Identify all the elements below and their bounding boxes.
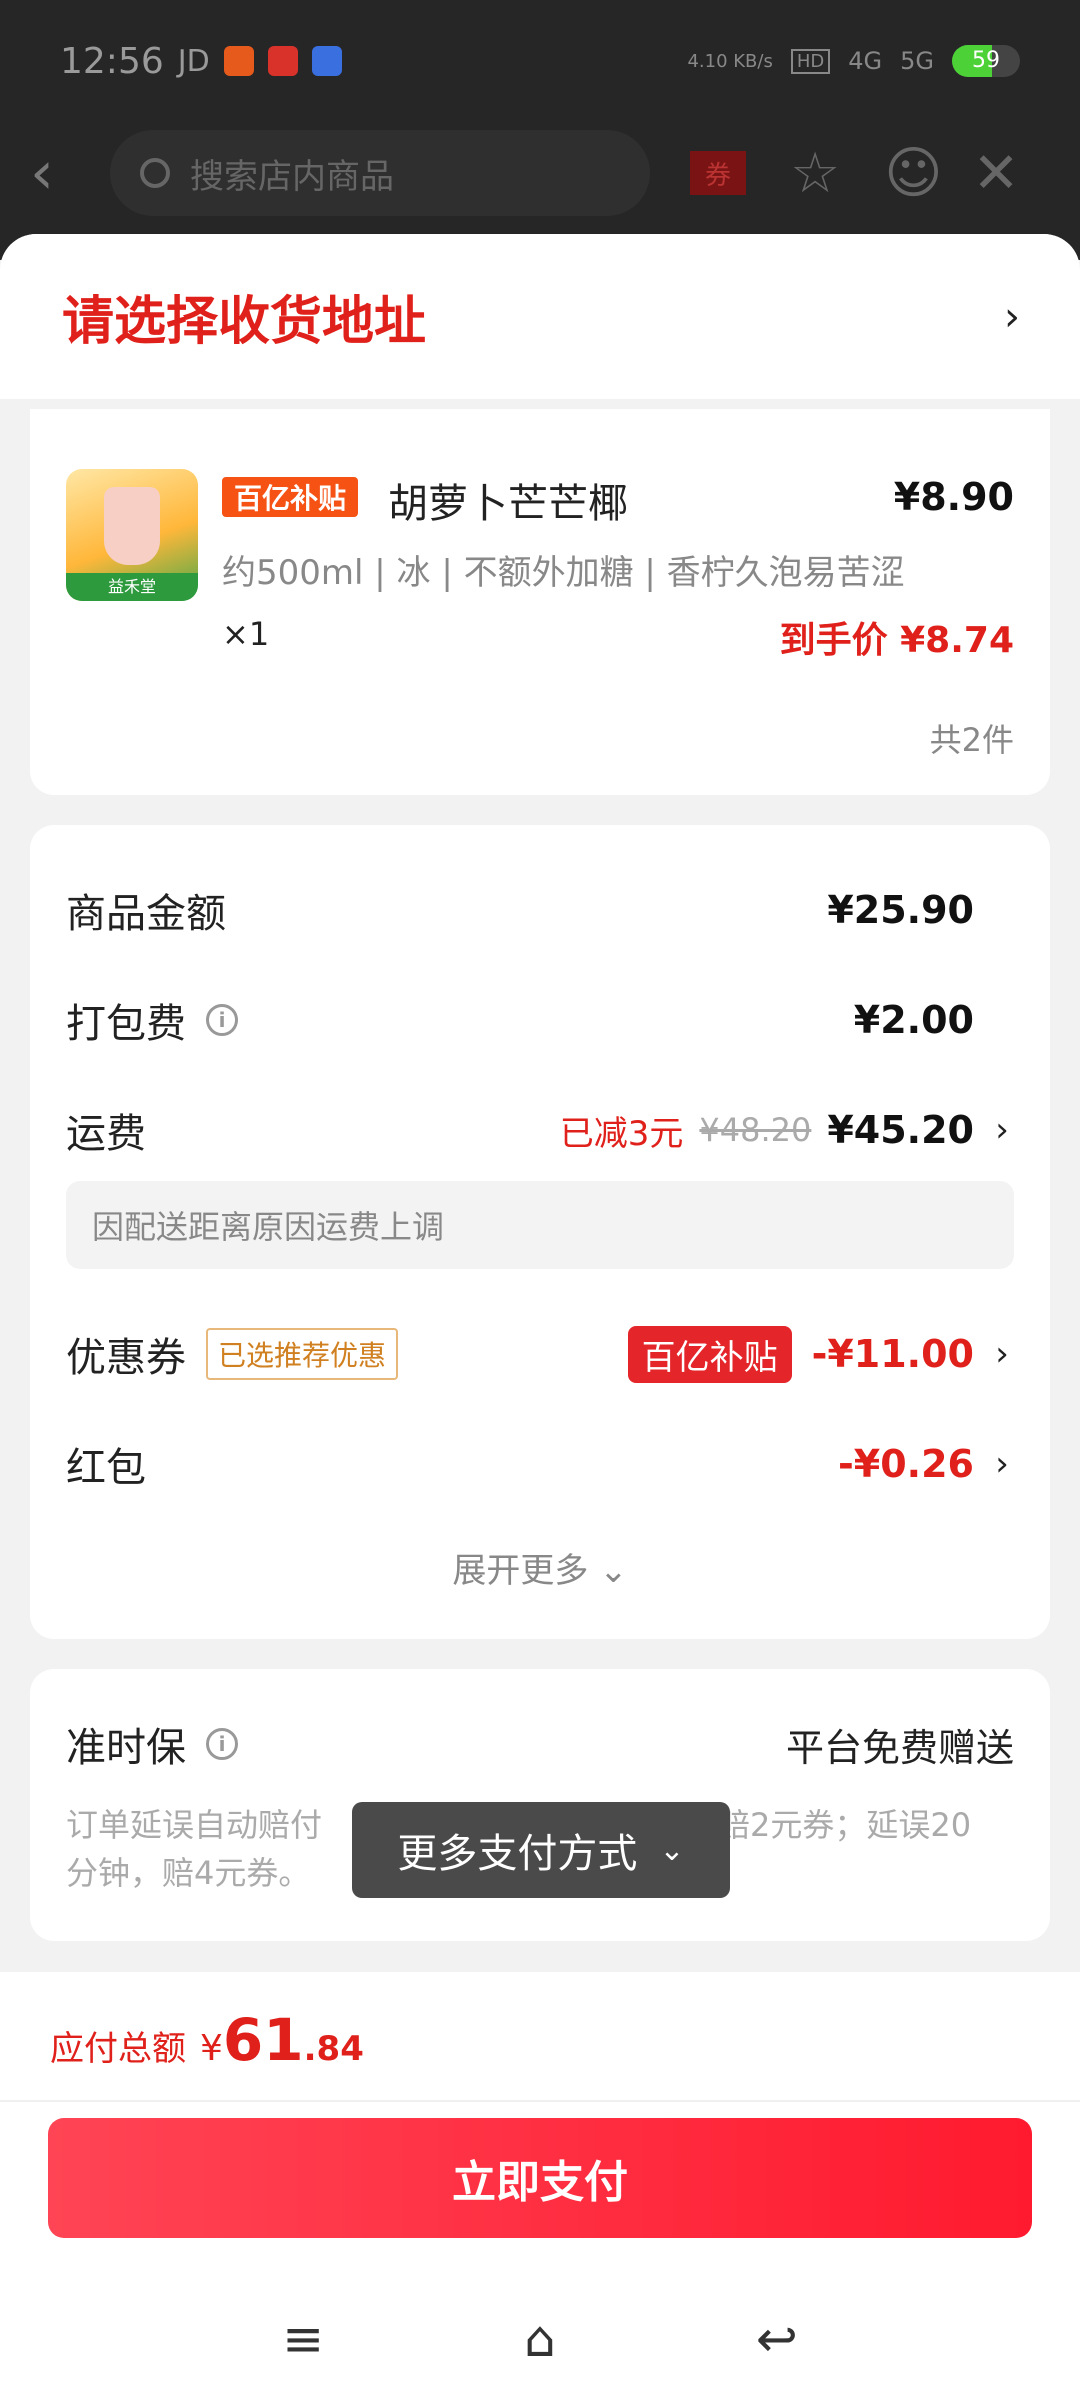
more-payment-label: 更多支付方式 (397, 1831, 638, 1877)
close-icon[interactable]: ✕ (973, 141, 1020, 206)
shipping-original-price: ¥48.20 (699, 1111, 812, 1149)
coupon-label: 优惠券 (66, 1335, 186, 1381)
top-nav: ‹ 搜索店内商品 券 ☆ ☺ ✕ (30, 128, 1050, 218)
ontime-desc-start: 订单延误自动赔付 (66, 1806, 323, 1844)
chevron-right-icon: › (995, 1444, 1009, 1484)
battery-icon: 59 (952, 45, 1020, 77)
coupon-subsidy-tag: 百亿补贴 (627, 1325, 792, 1383)
star-icon[interactable]: ☆ (790, 141, 840, 206)
coupon-button[interactable]: 券 (690, 151, 746, 195)
status-time: 12:56 (60, 40, 164, 82)
net-speed: 4.10 KB/s (687, 50, 773, 72)
goods-card: 益禾堂 百亿补贴 胡萝卜芒芒椰 ¥8.90 约500ml | 冰 | 不额外加糖… (30, 409, 1050, 795)
total-label: 应付总额 (50, 2029, 186, 2069)
ontime-label: 准时保 (66, 1725, 186, 1771)
product-final-price: 到手价 ¥8.74 (779, 620, 1014, 661)
system-nav-bar: ≡ ⌂ ↩ (0, 2310, 1080, 2370)
back-nav-icon[interactable]: ↩ (756, 2310, 798, 2370)
shipping-reduced: 已减3元 (559, 1113, 684, 1154)
fees-card: 商品金额 ¥25.90 打包费 i ¥2.00 运费 已减3元 ¥48.20 ¥… (30, 825, 1050, 1639)
info-icon[interactable]: i (206, 1728, 238, 1760)
signal-4g: 4G (848, 47, 883, 75)
search-input[interactable]: 搜索店内商品 (110, 130, 650, 216)
status-carrier: JD (177, 43, 210, 79)
subsidy-badge: 百亿补贴 (222, 477, 359, 517)
hd-icon: HD (790, 48, 831, 74)
shipping-fee-value: ¥45.20 (827, 1108, 974, 1152)
battery-level: 59 (972, 48, 1000, 73)
more-payment-methods-toast[interactable]: 更多支付方式 ⌄ (352, 1802, 730, 1898)
product-name: 胡萝卜芒芒椰 (388, 481, 628, 527)
product-quantity: ×1 (222, 615, 270, 653)
coupon-chosen-tag: 已选推荐优惠 (206, 1328, 399, 1380)
product-spec: 约500ml | 冰 | 不额外加糖 | 香柠久泡易苦涩 (222, 553, 905, 593)
background-page: 12:56 JD 4.10 KB/s HD 4G 5G 59 ‹ 搜索店内商品 … (0, 0, 1080, 260)
drink-image (104, 487, 160, 565)
home-icon[interactable]: ⌂ (524, 2310, 556, 2370)
app-notification-icon (223, 46, 254, 76)
pay-area: 立即支付 ≡ ⌂ ↩ (0, 2102, 1080, 2400)
app-notification-icon (267, 46, 298, 76)
goods-amount-label: 商品金额 (66, 891, 226, 937)
customer-service-icon[interactable]: ☺ (884, 141, 942, 206)
product-thumbnail: 益禾堂 (66, 469, 198, 601)
search-placeholder: 搜索店内商品 (190, 156, 394, 197)
total-items: 共2件 (929, 721, 1014, 759)
shipping-fee-label: 运费 (66, 1111, 146, 1157)
goods-amount-value: ¥25.90 (827, 888, 974, 932)
coupon-row[interactable]: 优惠券 已选推荐优惠 百亿补贴 -¥11.00 › (66, 1325, 1014, 1383)
address-title: 请选择收货地址 (62, 292, 427, 352)
red-packet-value: -¥0.26 (838, 1442, 974, 1486)
product-price: ¥8.90 (893, 475, 1014, 519)
total-bar: 应付总额 ¥ 61 .84 (0, 1972, 1080, 2102)
total-decimal: .84 (303, 2029, 364, 2069)
chevron-right-icon: › (995, 1110, 1009, 1150)
signal-5g: 5G (900, 47, 934, 75)
double-chevron-down-icon: ⌄ (659, 1832, 685, 1868)
status-bar: 12:56 JD 4.10 KB/s HD 4G 5G 59 (60, 36, 1020, 86)
chevron-right-icon: › (1004, 293, 1020, 340)
back-icon[interactable]: ‹ (30, 138, 90, 208)
ontime-value: 平台免费赠送 (785, 1725, 1014, 1770)
search-icon (140, 158, 170, 188)
address-selector[interactable]: 请选择收货地址 › (0, 234, 1080, 399)
status-indicators: 4.10 KB/s HD 4G 5G 59 (687, 45, 1020, 77)
coupon-value: -¥11.00 (811, 1332, 974, 1376)
chevron-right-icon: › (995, 1334, 1009, 1374)
packing-fee-row: 打包费 i ¥2.00 (66, 991, 1014, 1049)
total-currency: ¥ (200, 2028, 223, 2069)
red-packet-row[interactable]: 红包 -¥0.26 › (66, 1435, 1014, 1493)
shipping-notice: 因配送距离原因运费上调 (66, 1181, 1014, 1269)
packing-fee-label: 打包费 (66, 1001, 186, 1047)
baidu-notification-icon (311, 46, 342, 76)
info-icon[interactable]: i (206, 1004, 238, 1036)
goods-amount-row: 商品金额 ¥25.90 (66, 881, 1014, 939)
expand-more-button[interactable]: 展开更多 ⌄ (30, 1543, 1050, 1592)
shipping-fee-row[interactable]: 运费 已减3元 ¥48.20 ¥45.20 › (66, 1101, 1014, 1159)
pay-now-button[interactable]: 立即支付 (48, 2118, 1032, 2238)
red-packet-label: 红包 (66, 1445, 146, 1491)
packing-fee-value: ¥2.00 (853, 998, 974, 1042)
thumb-brand: 益禾堂 (66, 573, 198, 601)
menu-icon[interactable]: ≡ (282, 2310, 324, 2370)
total-integer: 61 (222, 2006, 304, 2074)
ontime-header: 准时保 i 平台免费赠送 (66, 1715, 1014, 1773)
